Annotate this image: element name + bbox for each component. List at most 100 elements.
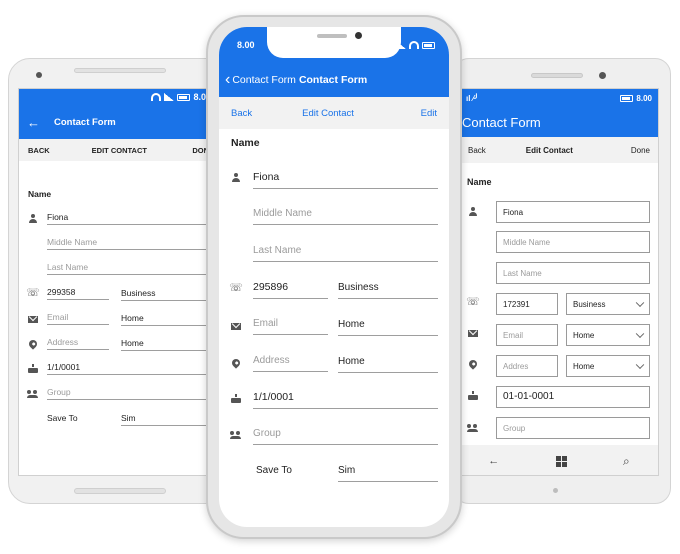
birthday-cake-icon [229, 392, 243, 406]
last-name-input[interactable]: Last Name [253, 245, 438, 262]
phone-icon: ☏ [26, 286, 40, 299]
address-type-value: Home [573, 362, 595, 371]
birthday-input[interactable]: 01-01-0001 [496, 386, 650, 408]
home-indicator [553, 488, 558, 493]
phone-type-value: Business [573, 300, 606, 309]
group-input[interactable]: Group [253, 428, 438, 445]
toolbar-title: Edit Contact [525, 145, 573, 155]
bottom-bar [74, 488, 166, 494]
windows-phone-screen: ıl ⁄╯ 8.00 Contact Form Back Edit Contac… [459, 88, 659, 476]
battery-icon [177, 93, 191, 101]
windows-toolbar: Back Edit Contact Done [460, 137, 658, 163]
windows-start-icon[interactable] [555, 455, 567, 467]
group-icon [466, 421, 480, 435]
back-button[interactable]: Back [468, 146, 486, 155]
email-icon [466, 326, 480, 340]
nav-back-icon[interactable]: ← [488, 455, 499, 467]
email-input[interactable]: Email [47, 312, 109, 325]
android-screen: 8.00 ← Contact Form BACK EDIT CONTACT DO… [18, 88, 218, 476]
middle-name-input[interactable]: Middle Name [253, 208, 438, 225]
section-name-heading: Name [467, 177, 492, 187]
iphone-device: 8.00 ‹ Contact Form Contact Form Back Ed… [206, 15, 462, 539]
address-type-select[interactable]: Home [121, 338, 217, 351]
phone-input[interactable]: 172391 [496, 293, 558, 315]
birthday-cake-icon [466, 389, 480, 403]
group-input[interactable]: Group [496, 417, 650, 439]
email-type-select[interactable]: Home [338, 319, 438, 336]
first-name-input[interactable]: Fiona [47, 212, 217, 225]
phone-type-select[interactable]: Business [121, 288, 217, 301]
phone-type-select[interactable]: Business [338, 282, 438, 299]
birthday-input[interactable]: 1/1/0001 [253, 391, 438, 409]
toolbar-title: EDIT CONTACT [91, 145, 147, 155]
nav-back-label[interactable]: Contact Form [232, 74, 296, 86]
chevron-down-icon [635, 329, 645, 339]
save-to-select[interactable]: Sim [121, 413, 217, 426]
middle-name-input[interactable]: Middle Name [47, 237, 217, 250]
done-button[interactable]: Done [631, 146, 650, 155]
back-arrow-icon[interactable]: ← [27, 115, 40, 130]
chevron-left-icon[interactable]: ‹ [225, 72, 230, 88]
save-to-select[interactable]: Sim [338, 465, 438, 482]
iphone-toolbar: Back Edit Contact Edit [219, 97, 449, 129]
email-type-select[interactable]: Home [121, 313, 217, 326]
battery-icon [422, 41, 435, 49]
iphone-nav-bar: ‹ Contact Form Contact Form [219, 63, 449, 97]
save-to-label: Save To [47, 413, 78, 423]
signal-icon [164, 93, 175, 101]
email-type-select[interactable]: Home [566, 324, 650, 346]
location-icon [27, 338, 39, 350]
last-name-input[interactable]: Last Name [496, 262, 650, 284]
location-icon [466, 357, 480, 371]
address-input[interactable]: Address [47, 337, 109, 350]
location-icon [229, 356, 243, 370]
phone-icon: ☏ [466, 295, 480, 308]
person-icon [27, 213, 39, 225]
chevron-down-icon [635, 360, 645, 370]
wifi-icon [409, 41, 419, 49]
edit-button[interactable]: Edit [421, 108, 437, 119]
group-icon [27, 388, 39, 400]
iphone-screen: 8.00 ‹ Contact Form Contact Form Back Ed… [219, 27, 449, 527]
email-type-value: Home [573, 331, 595, 340]
app-title: Contact Form [54, 116, 116, 128]
first-name-input[interactable]: Fiona [253, 171, 438, 189]
toolbar-title: Edit Contact [302, 107, 354, 119]
android-app-bar: ← Contact Form [19, 105, 217, 139]
email-icon [229, 319, 243, 333]
back-button[interactable]: BACK [28, 146, 50, 155]
email-input[interactable]: Email [496, 324, 558, 346]
nav-title: Contact Form [298, 74, 368, 86]
address-input[interactable]: Address [253, 355, 328, 372]
front-camera [36, 72, 42, 78]
wifi-icon [151, 93, 162, 101]
windows-app-bar: Contact Form [460, 107, 658, 137]
earpiece-speaker [74, 68, 166, 73]
phone-input[interactable]: 299358 [47, 287, 109, 300]
address-type-select[interactable]: Home [338, 356, 438, 373]
first-name-input[interactable]: Fiona [496, 201, 650, 223]
phone-input[interactable]: 295896 [253, 281, 328, 299]
email-icon [27, 313, 39, 325]
address-type-select[interactable]: Home [566, 355, 650, 377]
android-toolbar: BACK EDIT CONTACT DONE [19, 139, 217, 161]
phone-type-select[interactable]: Business [566, 293, 650, 315]
middle-name-input[interactable]: Middle Name [496, 231, 650, 253]
person-icon [466, 205, 480, 219]
front-camera [355, 32, 362, 39]
android-status-bar: 8.00 [19, 89, 217, 105]
group-input[interactable]: Group [47, 387, 217, 400]
app-title: Contact Form [462, 114, 541, 130]
search-icon[interactable]: ⌕ [623, 454, 630, 469]
last-name-input[interactable]: Last Name [47, 262, 217, 275]
address-input[interactable]: Addres [496, 355, 558, 377]
back-button[interactable]: Back [231, 108, 252, 119]
signal-wifi-icon: ıl ⁄╯ [466, 93, 479, 103]
earpiece-speaker [317, 34, 347, 38]
person-icon [229, 171, 243, 185]
windows-status-bar: ıl ⁄╯ 8.00 [460, 89, 658, 107]
front-camera [599, 72, 606, 79]
earpiece-speaker [531, 73, 583, 78]
birthday-input[interactable]: 1/1/0001 [47, 362, 217, 375]
email-input[interactable]: Email [253, 318, 328, 335]
